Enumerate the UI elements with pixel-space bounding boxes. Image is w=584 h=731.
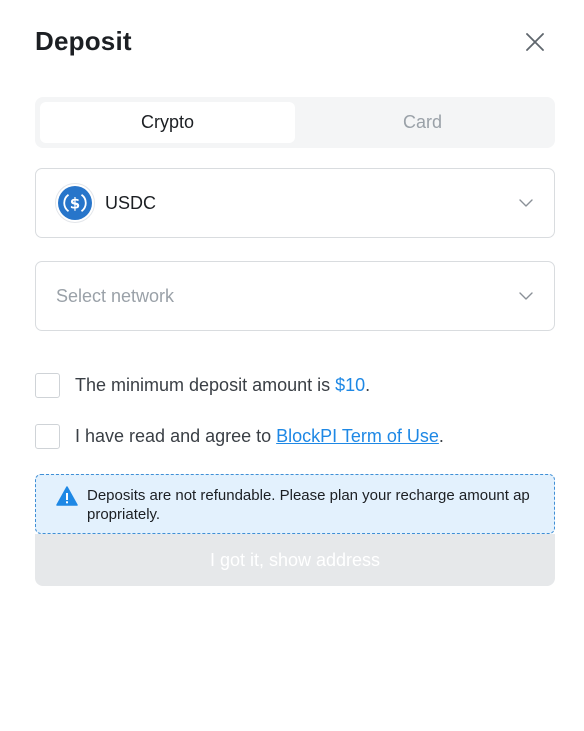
show-address-button[interactable]: I got it, show address bbox=[35, 534, 555, 586]
terms-row: I have read and agree to BlockPI Term of… bbox=[35, 424, 444, 449]
terms-link[interactable]: BlockPI Term of Use bbox=[276, 426, 439, 446]
min-deposit-label: The minimum deposit amount is $10. bbox=[75, 375, 371, 395]
terms-label: I have read and agree to BlockPI Term of… bbox=[75, 426, 444, 446]
close-button[interactable] bbox=[522, 29, 548, 55]
coin-select[interactable]: $ USDC bbox=[35, 168, 555, 238]
dialog-title: Deposit bbox=[35, 26, 132, 56]
min-deposit-checkbox[interactable] bbox=[35, 373, 60, 398]
terms-checkbox[interactable] bbox=[35, 424, 60, 449]
deposit-dialog: Deposit Crypto Card $ USDC Select networ… bbox=[0, 0, 584, 731]
network-select[interactable]: Select network bbox=[35, 261, 555, 331]
chevron-down-icon bbox=[518, 195, 534, 211]
warning-icon bbox=[56, 486, 78, 506]
svg-text:$: $ bbox=[70, 195, 80, 213]
network-select-placeholder: Select network bbox=[56, 285, 175, 306]
deposit-method-tabs: Crypto Card bbox=[35, 97, 555, 148]
refund-notice: Deposits are not refundable. Please plan… bbox=[35, 474, 555, 534]
chevron-down-icon bbox=[518, 288, 534, 304]
tab-card[interactable]: Card bbox=[295, 102, 550, 143]
tab-crypto[interactable]: Crypto bbox=[40, 102, 295, 143]
notice-text: Deposits are not refundable. Please plan… bbox=[87, 487, 530, 523]
min-deposit-row: The minimum deposit amount is $10. bbox=[35, 373, 370, 398]
coin-select-value: USDC bbox=[105, 192, 157, 213]
close-icon bbox=[526, 33, 544, 51]
usdc-coin-icon: $ bbox=[55, 183, 95, 223]
min-deposit-amount: $10 bbox=[335, 375, 366, 395]
